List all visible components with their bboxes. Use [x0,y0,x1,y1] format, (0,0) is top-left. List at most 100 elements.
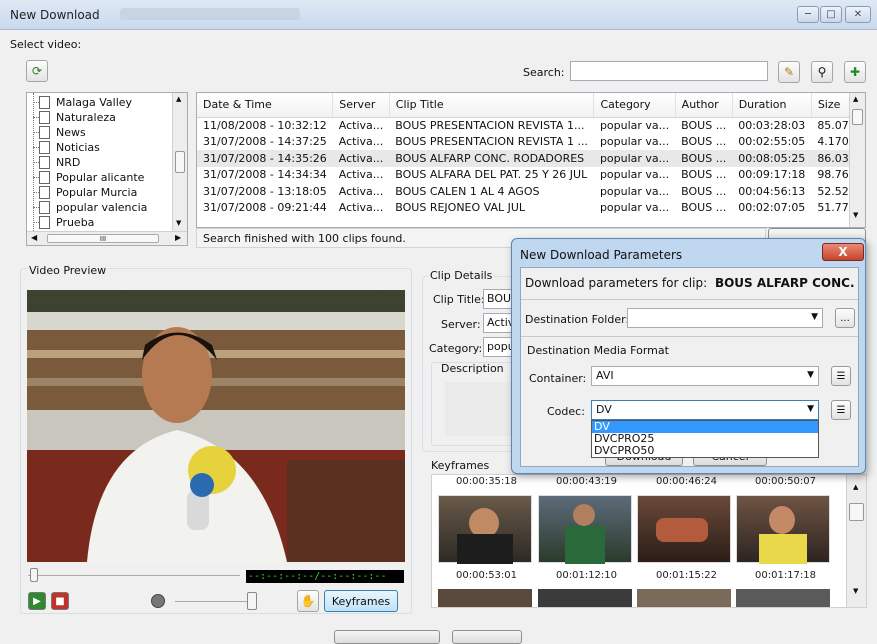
add-button[interactable]: ✚ [844,61,866,83]
document-icon [39,171,50,184]
stop-button[interactable]: ■ [51,592,69,610]
keyframe-thumbnail[interactable] [438,495,532,564]
seek-thumb[interactable] [30,568,38,582]
scroll-left-icon[interactable]: ◀ [31,233,37,242]
bottom-button[interactable] [334,630,440,644]
cell: BOUS ... [681,135,727,149]
codec-dropdown-list[interactable]: DV DVCPRO25 DVCPRO50 [591,420,819,458]
keyframes-scrollbar[interactable]: ▲ ▼ [846,475,866,607]
codec-settings-button[interactable]: ☰ [831,400,851,420]
table-row[interactable]: 11/08/2008 - 10:32:12 Activa... BOUS PRESE… [197,117,865,134]
cell: 11/08/2008 - 10:32:12 [203,119,327,132]
keyframes-button[interactable]: Keyframes [324,590,398,612]
scroll-thumb[interactable] [849,503,864,521]
destination-folder-label: Destination Folder: [525,313,630,326]
seek-slider[interactable] [28,568,240,582]
video-frame[interactable] [27,290,405,562]
cell: popular va... [599,201,670,215]
scroll-down-icon[interactable]: ▼ [853,587,858,595]
hscroll-thumb[interactable]: III [47,234,159,243]
close-window-button[interactable]: ✕ [845,6,871,23]
container-settings-button[interactable]: ☰ [831,366,851,386]
scroll-down-icon[interactable]: ▼ [853,211,858,219]
volume-thumb[interactable] [247,592,257,610]
cell: BOUS REJONEO VAL JUL [395,201,526,215]
tree-item[interactable]: Noticias [33,140,100,155]
server-label: Server: [441,318,481,331]
cell: 00:08:05:25 [732,150,812,167]
document-icon [39,141,50,154]
tree-item[interactable]: NRD [33,155,80,170]
keyframes-panel[interactable]: 00:00:35:18 00:00:43:19 00:00:46:24 00:0… [431,474,867,608]
clips-table[interactable]: Date & Time Server Clip Title Category A… [196,92,866,228]
maximize-icon: □ [826,9,836,20]
scroll-down-icon[interactable]: ▼ [176,219,181,227]
clear-search-button[interactable]: ✎ [778,61,800,83]
dialog-close-button[interactable]: X [822,243,864,261]
table-row[interactable]: 31/07/2008 - 14:34:34 Activa... BOUS ALFAR… [197,167,865,184]
column-header[interactable]: Date & Time [197,93,334,118]
title-bar: New Download ─ □ ✕ [0,0,877,30]
tree-item[interactable]: Prueba [33,215,94,230]
dialog-heading: Download parameters for clip: BOUS ALFAR… [525,276,859,290]
cell: popular va... [599,135,670,149]
column-header[interactable]: Author [675,93,733,118]
cell: BOUS CALEN 1 AL 4 AGOS [395,184,540,198]
table-row[interactable]: 31/07/2008 - 14:37:25 Activa... BOUS PRESE… [197,134,865,151]
scroll-up-icon[interactable]: ▲ [853,483,858,491]
table-vertical-scrollbar[interactable]: ▲ ▼ [849,93,865,227]
codec-select[interactable]: DV ▼ [591,400,819,420]
video-preview-label: Video Preview [27,264,109,277]
cell: Activa... [332,150,390,167]
cell: BOUS ALFARA DEL PAT. 25 Y 26 JUL [395,168,588,182]
keyframe-thumbnail-partial [736,589,830,607]
cell: BOUS ALFARP CONC. RODADORES [389,150,594,167]
table-header-row: Date & Time Server Clip Title Category A… [197,93,865,118]
tree-item[interactable]: News [33,125,86,140]
container-select[interactable]: AVI ▼ [591,366,819,386]
timecode-display: --:--:--:--/--:--:--:-- [246,570,404,583]
search-input[interactable] [570,61,768,81]
scroll-thumb[interactable] [852,109,863,125]
play-button[interactable]: ▶ [28,592,46,610]
keyframe-thumbnail[interactable] [637,495,731,563]
category-tree[interactable]: Malaga Valley Naturaleza News Noticias N… [26,92,188,246]
column-header[interactable]: Category [593,93,676,118]
cell: BOUS ... [681,168,727,182]
column-header[interactable]: Clip Title [389,93,595,118]
maximize-button[interactable]: □ [820,6,842,23]
column-header[interactable]: Server [332,93,390,118]
scroll-up-icon[interactable]: ▲ [853,95,858,103]
bottom-button[interactable] [452,630,522,644]
minimize-button[interactable]: ─ [797,6,819,23]
browse-button[interactable]: ... [835,308,855,328]
search-button[interactable]: ⚲ [811,61,833,83]
tree-item[interactable]: Popular Murcia [33,185,137,200]
tree-vertical-scrollbar[interactable]: ▲ ▼ [172,93,187,231]
snapshot-button[interactable]: ✋ [297,590,319,612]
tree-horizontal-scrollbar[interactable]: ◀ III ▶ [27,231,187,245]
codec-option[interactable]: DVCPRO50 [592,445,818,457]
tree-item[interactable]: Popular alicante [33,170,145,185]
table-row[interactable]: 31/07/2008 - 13:18:05 Activa... BOUS CALEN… [197,183,865,200]
refresh-button[interactable]: ⟳ [26,60,48,82]
tree-item[interactable]: Naturaleza [33,110,116,125]
scroll-thumb[interactable] [175,151,185,173]
scroll-up-icon[interactable]: ▲ [176,95,181,103]
keyframe-thumbnail[interactable] [538,495,632,564]
keyframe-thumbnail[interactable] [736,495,830,564]
cell: 31/07/2008 - 09:21:44 [203,201,327,215]
table-row-selected[interactable]: 31/07/2008 - 14:35:26 Activa... BOUS ALFAR… [197,150,865,167]
cell: popular va... [599,119,670,132]
tree-item[interactable]: Malaga Valley [33,95,132,110]
destination-folder-select[interactable]: ▼ [627,308,823,328]
cell: popular va... [593,150,676,167]
chevron-down-icon: ▼ [807,370,814,380]
tree-item-label: Popular alicante [56,171,145,184]
tree-item[interactable]: popular valencia [33,200,147,215]
volume-slider[interactable] [175,592,265,610]
column-header[interactable]: Duration [732,93,812,118]
table-row[interactable]: 31/07/2008 - 09:21:44 Activa... BOUS REJON… [197,200,865,217]
scroll-right-icon[interactable]: ▶ [175,233,181,242]
window-title: New Download [10,8,100,22]
